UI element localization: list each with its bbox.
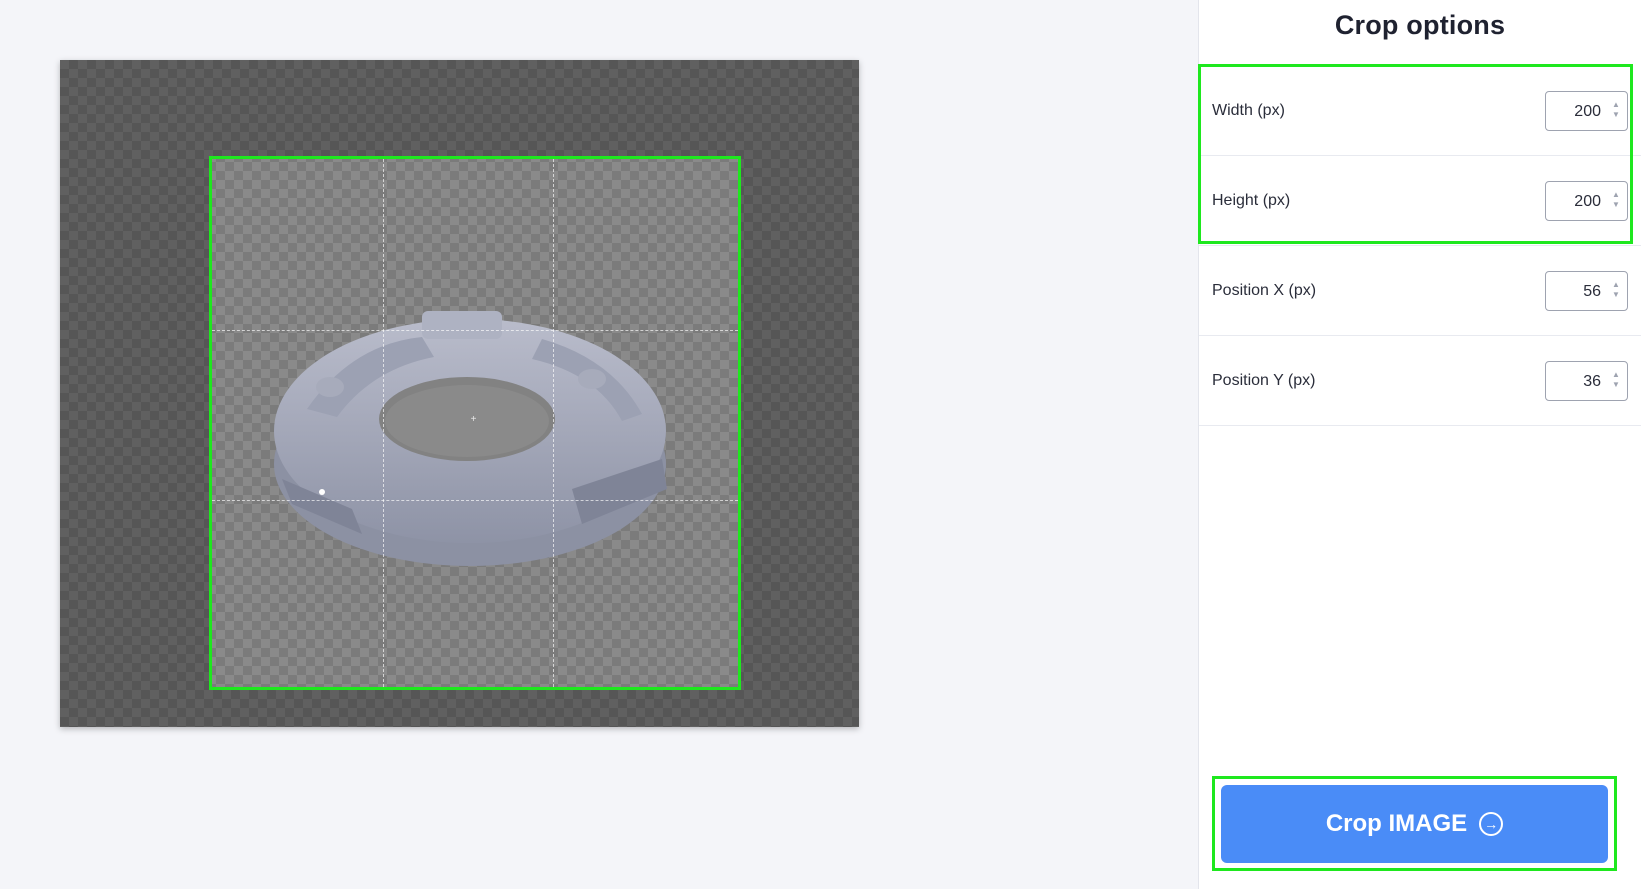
crop-fields: Width (px) 200 ▲ ▼ Height (px) 200 ▲ ▼ Pos… (1199, 66, 1641, 426)
grid-line-vertical (383, 159, 384, 687)
position-x-value: 56 (1583, 283, 1601, 300)
crop-button-label: Crop IMAGE (1325, 810, 1468, 837)
arrow-right-circle-icon: → (1479, 812, 1504, 836)
grid-line-vertical (553, 159, 554, 687)
spinner-arrows-icon[interactable]: ▲ ▼ (1611, 190, 1621, 214)
crop-options-panel: Crop options Width (px) 200 ▲ ▼ Height (p… (1198, 0, 1641, 889)
crop-selection-box[interactable]: + (209, 156, 741, 690)
width-field-row: Width (px) 200 ▲ ▼ (1199, 66, 1641, 156)
height-field-row: Height (px) 200 ▲ ▼ (1199, 156, 1641, 246)
position-y-field-row: Position Y (px) 36 ▲ ▼ (1199, 336, 1641, 426)
height-input[interactable]: 200 ▲ ▼ (1545, 181, 1628, 221)
height-value: 200 (1574, 193, 1601, 210)
height-label: Height (px) (1212, 192, 1291, 209)
position-y-input[interactable]: 36 ▲ ▼ (1545, 361, 1628, 401)
grid-line-horizontal (212, 330, 738, 331)
spinner-arrows-icon[interactable]: ▲ ▼ (1611, 370, 1621, 394)
width-value: 200 (1574, 103, 1601, 120)
position-y-label: Position Y (px) (1212, 372, 1316, 389)
position-x-input[interactable]: 56 ▲ ▼ (1545, 271, 1628, 311)
position-x-label: Position X (px) (1212, 282, 1317, 299)
grid-line-horizontal (212, 500, 738, 501)
position-y-value: 36 (1583, 373, 1601, 390)
spinner-arrows-icon[interactable]: ▲ ▼ (1611, 280, 1621, 304)
position-x-field-row: Position X (px) 56 ▲ ▼ (1199, 246, 1641, 336)
image-canvas: + (60, 60, 859, 727)
crop-image-button[interactable]: Crop IMAGE → (1221, 785, 1608, 863)
spinner-arrows-icon[interactable]: ▲ ▼ (1611, 100, 1621, 124)
width-input[interactable]: 200 ▲ ▼ (1545, 91, 1628, 131)
width-label: Width (px) (1212, 102, 1285, 119)
panel-title: Crop options (1334, 10, 1506, 40)
image-stage: + (0, 0, 1198, 889)
crosshair-icon: + (470, 414, 477, 425)
